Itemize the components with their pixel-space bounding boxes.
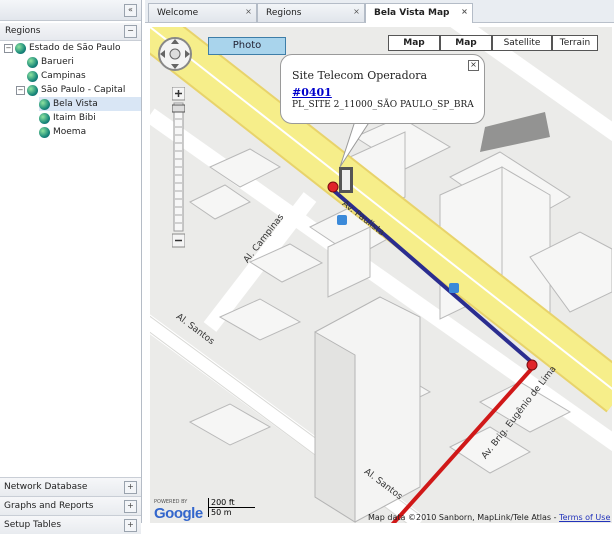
regions-panel-title: Regions xyxy=(5,26,41,36)
pan-control[interactable] xyxy=(157,36,193,72)
tree-collapse-toggle[interactable]: − xyxy=(16,85,25,95)
tree-node-label: São Paulo - Capital xyxy=(41,85,126,95)
tree-node-label: Moema xyxy=(53,127,87,137)
photo-button[interactable]: Photo xyxy=(208,37,286,55)
accordion-panels: Network Database + Graphs and Reports + … xyxy=(0,477,141,534)
map-copyright: Map data ©2010 Sanborn, MapLink/Tele Atl… xyxy=(368,513,610,522)
network-database-panel[interactable]: Network Database + xyxy=(0,477,141,496)
map-type-terrain-button[interactable]: Terrain xyxy=(552,35,598,51)
zoom-slider[interactable] xyxy=(171,86,186,249)
close-icon[interactable]: × xyxy=(244,7,253,16)
scale-ft: 200 ft xyxy=(208,498,255,508)
globe-icon xyxy=(27,70,38,82)
tab-label: Bela Vista Map xyxy=(374,8,450,18)
panel-label: Network Database xyxy=(4,482,88,492)
globe-icon xyxy=(39,126,50,138)
tab-bela-vista-map[interactable]: Bela Vista Map × xyxy=(365,3,473,23)
tree-node-campinas[interactable]: Campinas xyxy=(27,69,86,83)
google-logo[interactable]: POWERED BY Google xyxy=(154,499,203,522)
tree-node-moema[interactable]: Moema xyxy=(39,125,86,139)
tab-label: Welcome xyxy=(157,8,199,18)
close-icon[interactable]: × xyxy=(468,60,479,71)
globe-icon xyxy=(39,112,50,124)
terms-of-use-link[interactable]: Terms of Use xyxy=(559,513,610,522)
tree-node-label: Itaim Bibi xyxy=(53,113,96,123)
map-type-map-button[interactable]: Map xyxy=(388,35,440,51)
expand-button[interactable]: + xyxy=(124,519,137,532)
google-wordmark: Google xyxy=(154,505,203,522)
setup-tables-panel[interactable]: Setup Tables + xyxy=(0,515,141,534)
tree-node-barueri[interactable]: Barueri xyxy=(27,55,74,69)
globe-icon xyxy=(15,42,26,54)
close-icon[interactable]: × xyxy=(352,7,361,16)
tree-collapse-toggle[interactable]: − xyxy=(4,43,13,53)
tree-node-label: Campinas xyxy=(41,71,86,81)
tab-bar: Welcome × Regions × Bela Vista Map × xyxy=(145,0,614,23)
zoom-slider-graphic xyxy=(171,86,186,248)
tab-regions[interactable]: Regions × xyxy=(257,3,365,22)
map-type-map-button-2[interactable]: Map xyxy=(440,35,492,51)
panel-label: Setup Tables xyxy=(4,520,62,530)
tree-node-itaim-bibi[interactable]: Itaim Bibi xyxy=(39,111,96,125)
globe-icon xyxy=(27,56,38,68)
site-link[interactable]: #0401 xyxy=(292,86,332,99)
regions-collapse-button[interactable]: − xyxy=(124,25,137,38)
scale-m: 50 m xyxy=(208,508,241,517)
close-icon[interactable]: × xyxy=(460,7,469,16)
site-id-text: PL_SITE 2_11000_SÃO PAULO_SP_BRA xyxy=(292,100,474,110)
left-panel-toolbar: « xyxy=(0,0,141,21)
tree-node-bela-vista[interactable]: Bela Vista xyxy=(39,97,141,111)
info-window: × Site Telecom Operadora #0401 PL_SITE 2… xyxy=(280,54,485,124)
tab-welcome[interactable]: Welcome × xyxy=(148,3,257,22)
tree-node-label: Barueri xyxy=(41,57,74,67)
pan-hand-icon xyxy=(158,37,192,71)
map-canvas[interactable]: Photo Map Map Satellite Terrain × Site T… xyxy=(150,27,612,523)
tab-label: Regions xyxy=(266,8,302,18)
scale-bar: 200 ft 50 m xyxy=(208,498,255,517)
globe-icon xyxy=(39,98,50,110)
graphs-and-reports-panel[interactable]: Graphs and Reports + xyxy=(0,496,141,515)
copyright-text: Map data ©2010 Sanborn, MapLink/Tele Atl… xyxy=(368,513,557,522)
expand-button[interactable]: + xyxy=(124,500,137,513)
left-panel: « Regions − − Estado de São Paulo Baruer… xyxy=(0,0,142,534)
tree-node-label: Bela Vista xyxy=(53,99,98,109)
panel-label: Graphs and Reports xyxy=(4,501,94,511)
tree-node-estado-sao-paulo[interactable]: − Estado de São Paulo xyxy=(4,41,120,55)
tree-node-sao-paulo-capital[interactable]: − São Paulo - Capital xyxy=(16,83,125,97)
globe-icon xyxy=(27,84,38,96)
regions-panel-header[interactable]: Regions − xyxy=(0,23,141,41)
expand-button[interactable]: + xyxy=(124,481,137,494)
tree-node-label: Estado de São Paulo xyxy=(29,43,121,53)
collapse-panel-button[interactable]: « xyxy=(124,4,137,17)
map-type-satellite-button[interactable]: Satellite xyxy=(492,35,552,51)
info-window-title: Site Telecom Operadora xyxy=(292,69,428,82)
